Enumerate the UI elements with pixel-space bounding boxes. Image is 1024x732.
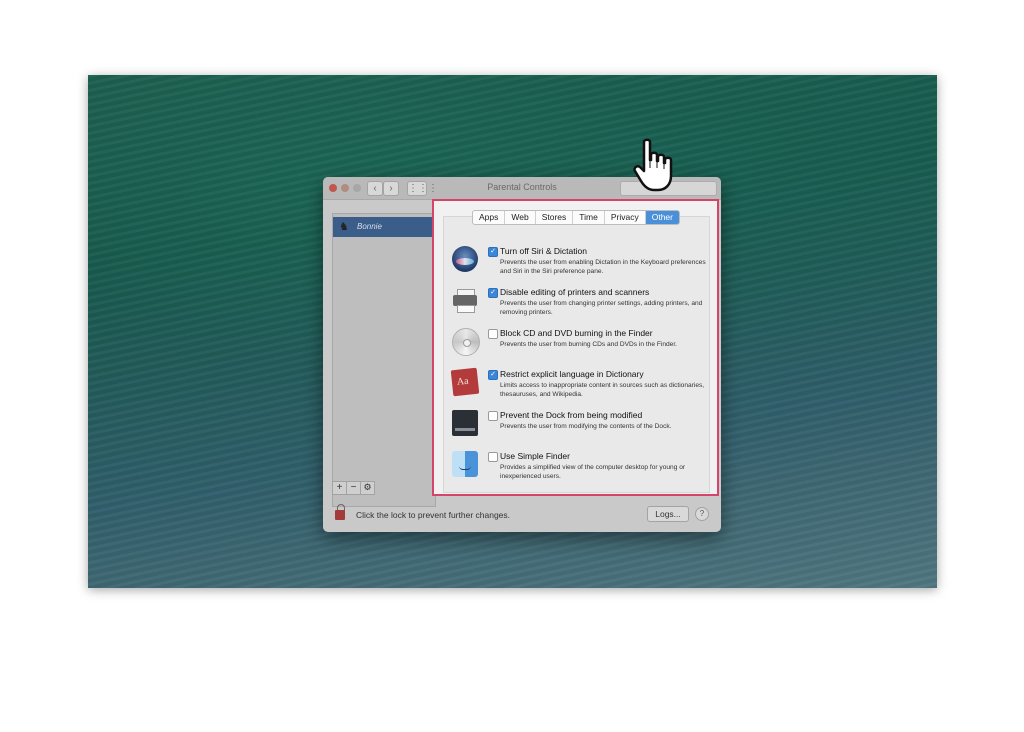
option-title: Block CD and DVD burning in the Finder [500, 328, 653, 338]
tab-privacy[interactable]: Privacy [605, 211, 646, 224]
dock-checkbox[interactable] [488, 411, 498, 421]
option-title: Restrict explicit language in Dictionary [500, 369, 644, 379]
option-description: Limits access to inappropriate content i… [500, 382, 705, 398]
tab-apps[interactable]: Apps [473, 211, 506, 224]
user-list-item[interactable]: ♞ Bonnie [333, 217, 435, 237]
dictionary-checkbox[interactable]: ✓ [488, 370, 498, 380]
option-description: Prevents the user from enabling Dictatio… [500, 259, 706, 275]
option-description: Provides a simplified view of the comput… [500, 464, 686, 480]
help-button[interactable]: ? [695, 507, 709, 521]
option-title: Use Simple Finder [500, 451, 570, 461]
logs-button[interactable]: Logs... [647, 506, 689, 522]
user-list: ♞ Bonnie [332, 213, 436, 507]
option-printers-scanners: ✓ Disable editing of printers and scanne… [452, 287, 712, 327]
printers-checkbox[interactable]: ✓ [488, 288, 498, 298]
simple-finder-checkbox[interactable] [488, 452, 498, 462]
user-avatar-icon: ♞ [339, 221, 349, 233]
option-dictionary-language: Aa ✓ Restrict explicit language in Dicti… [450, 367, 712, 409]
tab-bar: Apps Web Stores Time Privacy Other [472, 210, 680, 225]
option-description: Prevents the user from changing printer … [500, 300, 703, 316]
dictionary-icon: Aa [450, 367, 480, 397]
other-settings-panel: Apps Web Stores Time Privacy Other ✓ Tur… [432, 199, 719, 496]
gear-icon[interactable]: ⚙ [360, 481, 375, 495]
option-title: Turn off Siri & Dictation [500, 246, 587, 256]
option-description: Prevents the user from burning CDs and D… [500, 341, 678, 348]
option-siri-dictation: ✓ Turn off Siri & Dictation Prevents the… [452, 246, 712, 286]
option-dock-modify: Prevent the Dock from being modified Pre… [452, 410, 712, 450]
cd-icon [452, 328, 480, 356]
siri-dictation-checkbox[interactable]: ✓ [488, 247, 498, 257]
lock-icon[interactable] [335, 504, 345, 521]
user-name: Bonnie [357, 222, 382, 231]
printer-icon [452, 287, 478, 313]
lock-status-text: Click the lock to prevent further change… [356, 510, 511, 520]
option-title: Prevent the Dock from being modified [500, 410, 643, 420]
add-user-button[interactable]: + [332, 481, 347, 495]
tab-other[interactable]: Other [645, 211, 679, 224]
finder-icon [452, 451, 478, 477]
option-description: Prevents the user from modifying the con… [500, 423, 672, 430]
siri-icon [452, 246, 478, 272]
tab-stores[interactable]: Stores [536, 211, 574, 224]
dock-icon [452, 410, 478, 436]
pointing-hand-cursor-icon [633, 138, 673, 192]
tab-time[interactable]: Time [573, 211, 605, 224]
cd-burning-checkbox[interactable] [488, 329, 498, 339]
option-simple-finder: Use Simple Finder Provides a simplified … [452, 451, 712, 491]
option-cd-dvd-burning: Block CD and DVD burning in the Finder P… [452, 328, 712, 368]
remove-user-button[interactable]: − [346, 481, 361, 495]
option-title: Disable editing of printers and scanners [500, 287, 650, 297]
tab-web[interactable]: Web [505, 211, 536, 224]
